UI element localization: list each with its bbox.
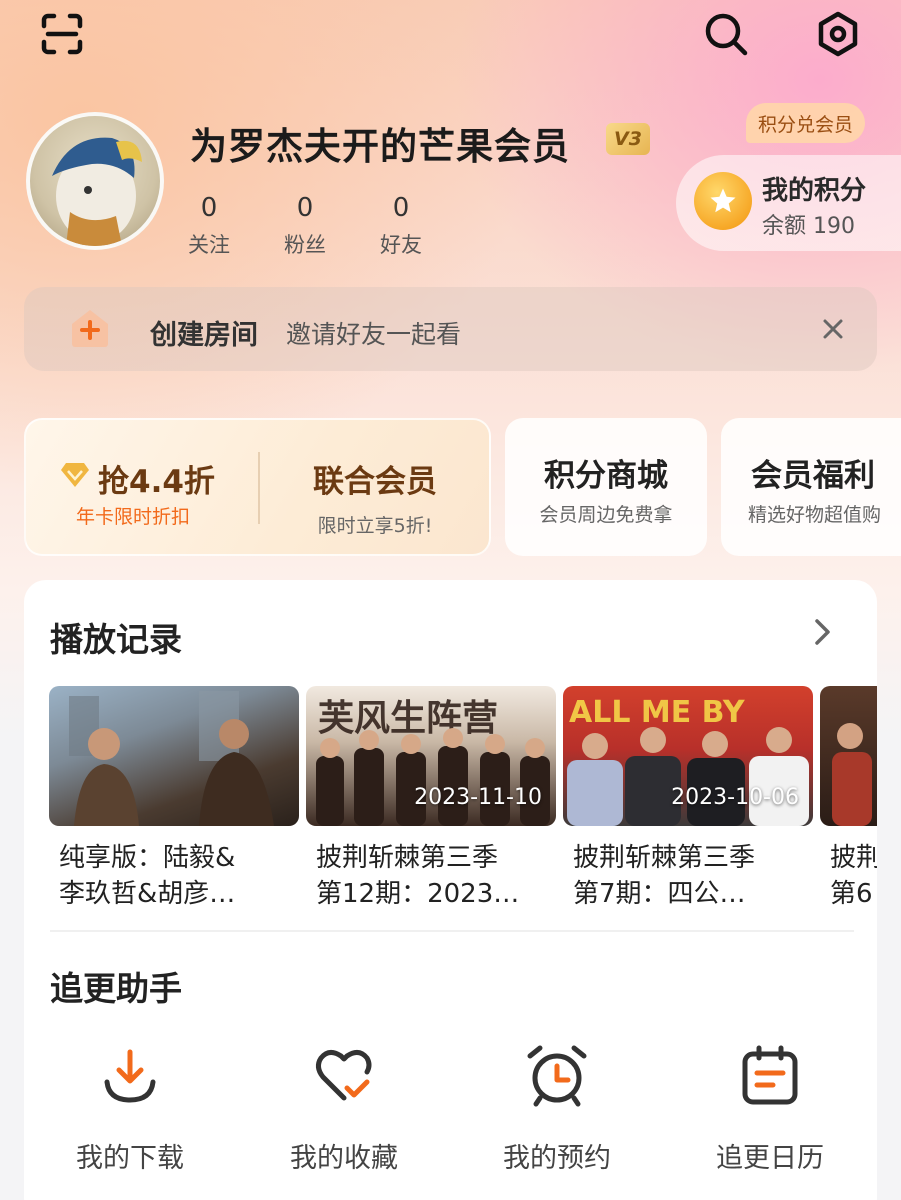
history-caption[interactable]: 披荆 第6: [830, 840, 877, 912]
joint-membership-button[interactable]: 联合会员 限时立享5折!: [280, 456, 470, 538]
stat-fans[interactable]: 0 粉丝: [270, 193, 340, 259]
stat-label: 粉丝: [284, 233, 326, 257]
tool-label: 追更日历: [716, 1143, 824, 1174]
history-thumbnail[interactable]: [49, 686, 299, 826]
history-thumbnail[interactable]: 芙风生阵营 2023-11-10: [306, 686, 556, 826]
create-room-title: 创建房间: [150, 320, 258, 351]
svg-text:ALL ME BY: ALL ME BY: [569, 695, 746, 730]
history-title: 播放记录: [50, 620, 182, 659]
avatar[interactable]: [26, 112, 164, 250]
tool-label: 我的收藏: [290, 1143, 398, 1174]
close-icon[interactable]: [816, 312, 850, 346]
tool-label: 我的下载: [76, 1143, 184, 1174]
stat-label: 关注: [188, 233, 230, 257]
points-mall-card[interactable]: 积分商城 会员周边免费拿: [505, 418, 707, 556]
diamond-icon: [61, 463, 89, 487]
caption-line: 第6: [830, 879, 873, 909]
caption-line: 纯享版：陆毅&: [59, 843, 236, 873]
calendar-icon: [742, 1045, 798, 1105]
stat-friends[interactable]: 0 好友: [366, 193, 436, 259]
points-mall-subtitle: 会员周边免费拿: [539, 504, 673, 526]
house-plus-icon: [68, 306, 112, 350]
points-balance: 余额 190: [762, 214, 855, 239]
thumbnail-date: 2023-10-06: [671, 785, 799, 810]
my-downloads-button[interactable]: 我的下载: [50, 1040, 210, 1175]
alarm-clock-icon: [527, 1045, 587, 1107]
stat-following[interactable]: 0 关注: [174, 193, 244, 259]
favorite-heart-icon: [315, 1050, 372, 1101]
caption-line: 披荆斩棘第三季: [316, 843, 499, 873]
chevron-right-icon[interactable]: [806, 616, 838, 648]
update-calendar-button[interactable]: 追更日历: [690, 1040, 850, 1175]
points-mall-title: 积分商城: [544, 458, 668, 494]
deal-subtitle: 年卡限时折扣: [76, 506, 191, 528]
joint-subtitle: 限时立享5折!: [317, 515, 433, 537]
history-caption[interactable]: 纯享版：陆毅& 李玖哲&胡彦…: [59, 840, 299, 912]
stat-value: 0: [392, 193, 410, 223]
search-icon[interactable]: [700, 8, 752, 60]
download-icon: [104, 1049, 156, 1103]
welfare-subtitle: 精选好物超值购: [748, 504, 882, 526]
points-title: 我的积分: [762, 176, 867, 206]
caption-line: 第12期：2023…: [316, 879, 520, 909]
joint-title: 联合会员: [313, 464, 437, 500]
history-caption[interactable]: 披荆斩棘第三季 第12期：2023…: [316, 840, 556, 912]
caption-line: 披荆斩棘第三季: [573, 843, 756, 873]
settings-icon[interactable]: [812, 8, 864, 60]
welfare-title: 会员福利: [751, 458, 875, 494]
svg-text:芙风生阵营: 芙风生阵营: [318, 698, 498, 739]
caption-line: 第7期：四公…: [573, 879, 746, 909]
thumbnail-date: 2023-11-10: [414, 785, 542, 810]
promo-divider: [258, 452, 260, 524]
tool-label: 我的预约: [503, 1143, 611, 1174]
assistant-title: 追更助手: [50, 969, 182, 1008]
stat-label: 好友: [380, 233, 422, 257]
stat-value: 0: [296, 193, 314, 223]
caption-line: 李玖哲&胡彦…: [59, 879, 236, 909]
deal-title: 抢4.4折: [98, 464, 215, 500]
username[interactable]: 为罗杰夫开的芒果会员: [190, 116, 570, 170]
caption-line: 披荆: [830, 843, 877, 873]
history-thumbnail[interactable]: ALL ME BY 2023-10-06: [563, 686, 813, 826]
member-welfare-card[interactable]: 会员福利 精选好物超值购: [721, 418, 901, 556]
create-room-subtitle: 邀请好友一起看: [286, 320, 462, 349]
scan-icon[interactable]: [36, 8, 88, 60]
points-exchange-tag[interactable]: 积分兑会员: [746, 103, 866, 143]
vip-level-badge[interactable]: V3: [606, 123, 650, 155]
history-caption[interactable]: 披荆斩棘第三季 第7期：四公…: [573, 840, 813, 912]
section-divider: [50, 930, 854, 932]
my-reservations-button[interactable]: 我的预约: [477, 1040, 637, 1175]
stat-value: 0: [200, 193, 218, 223]
my-favorites-button[interactable]: 我的收藏: [264, 1040, 424, 1175]
points-coin-icon: [694, 172, 752, 230]
history-thumbnail[interactable]: [820, 686, 877, 826]
